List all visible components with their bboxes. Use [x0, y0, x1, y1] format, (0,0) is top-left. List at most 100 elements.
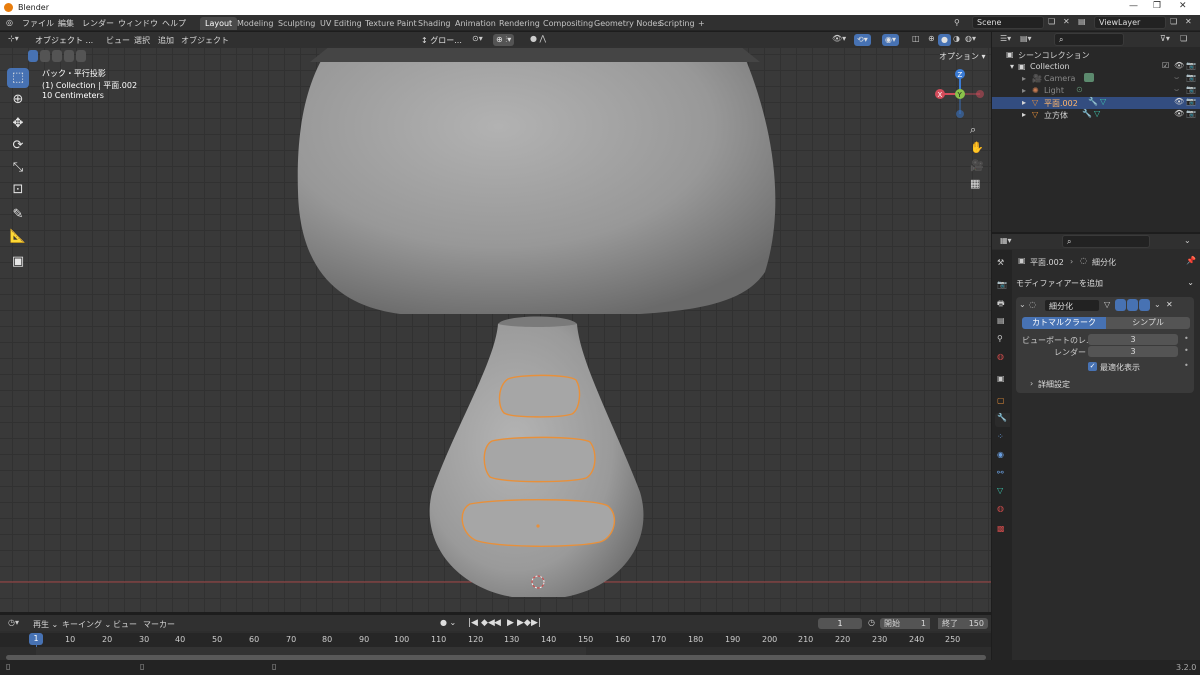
- outliner-editor-icon[interactable]: ☰▾: [1000, 34, 1011, 43]
- properties-options-icon[interactable]: ⌄: [1184, 236, 1191, 245]
- outliner-row-plane002[interactable]: ▸ ▽ 平面.002 🔧 ▽ 👁 📷: [992, 97, 1200, 109]
- outliner-search-input[interactable]: ⌕: [1054, 33, 1124, 46]
- selected-face-bottom[interactable]: [461, 499, 616, 547]
- shading-solid-icon[interactable]: ●: [938, 34, 951, 46]
- visibility-eye-icon[interactable]: ⌣: [1174, 85, 1179, 95]
- xray-icon[interactable]: ◫: [912, 34, 920, 43]
- render-camera-icon[interactable]: 📷: [1186, 85, 1196, 94]
- tool-select-box-icon[interactable]: ⬚: [7, 68, 29, 88]
- frame-start-field[interactable]: 開始 1: [880, 618, 930, 629]
- 3d-viewport[interactable]: [0, 32, 991, 612]
- menu-playback[interactable]: 再生 ⌄: [33, 619, 58, 630]
- navigation-gizmo[interactable]: Z X Y: [930, 64, 990, 124]
- tool-measure-icon[interactable]: 📐: [7, 227, 29, 247]
- expand-icon[interactable]: ▾: [1010, 62, 1014, 71]
- tab-uv-editing[interactable]: UV Editing: [315, 17, 367, 30]
- menu-timeline-view[interactable]: ビュー: [113, 619, 137, 630]
- menu-marker[interactable]: マーカー: [143, 619, 175, 630]
- object-tab-icon[interactable]: ▢: [997, 396, 1005, 405]
- zoom-icon[interactable]: ⌕: [970, 123, 976, 137]
- animate-dot-icon[interactable]: •: [1184, 361, 1189, 370]
- advanced-panel-label[interactable]: 詳細設定: [1038, 379, 1070, 390]
- select-intersect-icon[interactable]: [76, 50, 86, 62]
- jump-keyframe-forward-icon[interactable]: ▶◆: [517, 618, 531, 628]
- minimize-icon[interactable]: —: [1129, 1, 1138, 11]
- select-extend-icon[interactable]: [40, 50, 50, 62]
- render-camera-icon[interactable]: 📷: [1186, 73, 1196, 82]
- overlay-toggle-icon[interactable]: ◉▾: [882, 34, 899, 46]
- blender-menu-icon[interactable]: ◎: [6, 18, 13, 27]
- select-subtract-icon[interactable]: [52, 50, 62, 62]
- modifier-name-field[interactable]: 細分化: [1044, 299, 1100, 312]
- menu-render[interactable]: レンダー: [82, 18, 114, 29]
- mode-selector[interactable]: オブジェクト ...: [32, 34, 96, 46]
- remove-view-layer-icon[interactable]: ✕: [1185, 17, 1192, 26]
- visibility-eye-icon[interactable]: 👁: [1174, 97, 1184, 106]
- menu-object[interactable]: オブジェクト: [181, 35, 229, 46]
- animate-dot-icon[interactable]: •: [1184, 334, 1189, 343]
- scene-field[interactable]: Scene: [972, 16, 1044, 29]
- frame-end-field[interactable]: 終了 150: [938, 618, 988, 629]
- gizmo-neg-x-icon[interactable]: [976, 90, 984, 98]
- tool-add-cube-icon[interactable]: ▣: [7, 252, 29, 272]
- collapse-chevron-icon[interactable]: ⌄: [1019, 300, 1026, 309]
- material-tab-icon[interactable]: ◍: [997, 504, 1004, 513]
- tool-cursor-icon[interactable]: ⊕: [7, 90, 29, 110]
- filter-icon[interactable]: ⊽▾: [1160, 34, 1170, 43]
- jump-keyframe-back-icon[interactable]: ◆◀: [481, 618, 495, 628]
- tool-annotate-icon[interactable]: ✎: [7, 205, 29, 225]
- render-camera-icon[interactable]: 📷: [1186, 97, 1196, 106]
- simple-button[interactable]: シンプル: [1106, 317, 1190, 329]
- view-layer-icon[interactable]: ▤: [1078, 17, 1086, 26]
- scene-tab-icon[interactable]: ⚲: [997, 334, 1003, 343]
- render-toggle-icon[interactable]: [1139, 299, 1150, 311]
- preview-range-icon[interactable]: ◷: [868, 618, 875, 627]
- gizmo-neg-z-icon[interactable]: [956, 110, 964, 118]
- render-camera-icon[interactable]: 📷: [1186, 61, 1196, 70]
- shading-wireframe-icon[interactable]: ⊕: [928, 34, 935, 43]
- menu-edit[interactable]: 編集: [58, 18, 74, 29]
- output-tab-icon[interactable]: 🖶: [997, 298, 1005, 312]
- jump-end-icon[interactable]: ▶|: [531, 618, 541, 628]
- add-modifier-button[interactable]: モディファイアーを追加 ⌄: [1016, 278, 1196, 291]
- select-invert-icon[interactable]: [64, 50, 74, 62]
- render-tab-icon[interactable]: 📷: [997, 280, 1007, 289]
- outliner-row-cube[interactable]: ▸ ▽ 立方体 🔧 ▽ 👁 📷: [992, 109, 1200, 121]
- render-camera-icon[interactable]: 📷: [1186, 109, 1196, 118]
- tab-sculpting[interactable]: Sculpting: [273, 17, 320, 30]
- record-icon[interactable]: ● ⌄: [440, 618, 456, 627]
- tool-scale-icon[interactable]: ⤡: [7, 158, 29, 178]
- visibility-eye-icon[interactable]: 👁: [1174, 109, 1184, 118]
- menu-view[interactable]: ビュー: [106, 35, 130, 46]
- snap-icon[interactable]: ⊕ ⫶▾: [493, 34, 515, 46]
- shading-material-icon[interactable]: ◑: [953, 34, 960, 43]
- tool-rotate-icon[interactable]: ⟳: [7, 136, 29, 156]
- outliner-row-camera[interactable]: ▸ 🎥 Camera ⌣ 📷: [992, 73, 1200, 85]
- play-icon[interactable]: ▶: [507, 618, 514, 628]
- constraints-tab-icon[interactable]: ⚯: [997, 468, 1004, 477]
- tool-move-icon[interactable]: ✥: [7, 114, 29, 134]
- options-dropdown[interactable]: オプション ▾: [936, 50, 989, 62]
- timeline-editor-icon[interactable]: ◷▾: [8, 618, 19, 627]
- new-scene-icon[interactable]: ❏: [1048, 17, 1055, 26]
- menu-file[interactable]: ファイル: [22, 18, 54, 29]
- tool-transform-icon[interactable]: ⊡: [7, 180, 29, 200]
- remove-modifier-icon[interactable]: ✕: [1166, 300, 1173, 309]
- expand-icon[interactable]: ▸: [1022, 86, 1026, 95]
- texture-tab-icon[interactable]: ▩: [997, 524, 1005, 533]
- edit-mode-icon[interactable]: [1115, 299, 1126, 311]
- visibility-icon[interactable]: 👁▾: [832, 34, 846, 43]
- jump-start-icon[interactable]: |◀: [468, 618, 478, 628]
- bowl-mesh[interactable]: [297, 46, 776, 314]
- expand-icon[interactable]: ▸: [1022, 110, 1026, 119]
- add-workspace-icon[interactable]: +: [693, 17, 710, 30]
- data-tab-icon[interactable]: ▽: [997, 486, 1003, 495]
- render-levels-field[interactable]: 3: [1088, 346, 1178, 357]
- outliner-row-light[interactable]: ▸ ✺ Light ⊙ ⌣ 📷: [992, 85, 1200, 97]
- visibility-eye-icon[interactable]: ⌣: [1174, 73, 1179, 83]
- outliner-display-icon[interactable]: ▤▾: [1020, 34, 1032, 43]
- expand-icon[interactable]: ▸: [1022, 74, 1026, 83]
- close-icon[interactable]: ✕: [1179, 1, 1187, 11]
- properties-search-input[interactable]: ⌕: [1062, 235, 1150, 248]
- physics-tab-icon[interactable]: ◉: [997, 450, 1004, 459]
